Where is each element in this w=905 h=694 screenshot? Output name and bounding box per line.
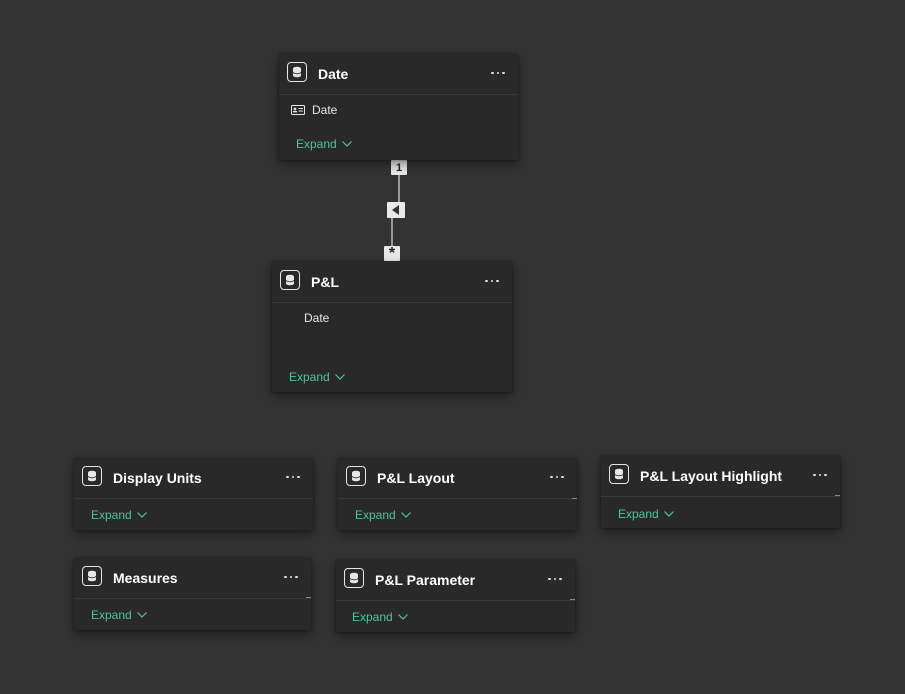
more-options-icon [286, 475, 300, 479]
table-card-pl[interactable]: P&L Date Expand [272, 262, 512, 392]
scroll-indicator [306, 597, 311, 598]
table-icon [344, 568, 364, 588]
table-card-pl-parameter[interactable]: P&L Parameter Expand [336, 560, 575, 632]
chevron-down-icon [663, 511, 674, 517]
expand-label: Expand [91, 508, 132, 522]
table-title: P&L Parameter [375, 572, 476, 588]
cardinality-one-badge: 1 [391, 160, 407, 175]
model-canvas[interactable]: 1 * Date Date Expand P&L Date Expand Dis… [0, 0, 905, 694]
expand-button[interactable]: Expand [296, 137, 352, 151]
expand-button[interactable]: Expand [352, 610, 408, 624]
table-card-header[interactable]: P&L Layout Highlight [601, 456, 840, 497]
scroll-indicator [570, 599, 575, 600]
more-options-button[interactable] [488, 64, 508, 82]
table-card-display-units[interactable]: Display Units Expand [74, 458, 313, 530]
table-card-pl-layout-highlight[interactable]: P&L Layout Highlight Expand [601, 456, 840, 528]
table-card-measures[interactable]: Measures Expand [74, 558, 311, 630]
expand-label: Expand [296, 137, 337, 151]
relationship-line-lower[interactable] [391, 218, 393, 246]
chevron-down-icon [136, 612, 147, 618]
expand-button[interactable]: Expand [91, 608, 147, 622]
table-title: Date [318, 66, 349, 82]
expand-label: Expand [618, 507, 659, 521]
table-card-header[interactable]: Date [279, 54, 518, 95]
more-options-button[interactable] [482, 272, 502, 290]
table-title: Display Units [113, 470, 202, 486]
table-title: Measures [113, 570, 178, 586]
chevron-down-icon [136, 512, 147, 518]
table-title: P&L [311, 274, 339, 290]
more-options-button[interactable] [810, 466, 830, 484]
more-options-button[interactable] [547, 468, 567, 486]
table-icon [609, 464, 629, 484]
cardinality-many-badge: * [384, 246, 400, 262]
table-title: P&L Layout Highlight [640, 468, 783, 484]
chevron-down-icon [397, 614, 408, 620]
scroll-indicator [835, 495, 840, 496]
filter-direction-icon[interactable] [387, 202, 405, 218]
table-card-date[interactable]: Date Date Expand [279, 54, 518, 160]
more-options-icon [550, 475, 564, 479]
key-field-icon [291, 105, 305, 115]
chevron-down-icon [400, 512, 411, 518]
expand-button[interactable]: Expand [355, 508, 411, 522]
expand-button[interactable]: Expand [91, 508, 147, 522]
table-icon [82, 466, 102, 486]
table-icon [346, 466, 366, 486]
more-options-icon [485, 279, 499, 283]
expand-label: Expand [355, 508, 396, 522]
more-options-icon [284, 575, 298, 579]
expand-label: Expand [289, 370, 330, 384]
table-card-header[interactable]: Measures [74, 558, 311, 599]
more-options-icon [491, 71, 505, 75]
table-title: P&L Layout [377, 470, 455, 486]
chevron-down-icon [341, 141, 352, 147]
table-card-header[interactable]: P&L Parameter [336, 560, 575, 601]
field-label: Date [312, 103, 338, 117]
table-card-header[interactable]: P&L [272, 262, 512, 303]
table-card-pl-layout[interactable]: P&L Layout Expand [338, 458, 577, 530]
expand-button[interactable]: Expand [289, 370, 345, 384]
expand-label: Expand [352, 610, 393, 624]
more-options-icon [548, 577, 562, 581]
table-icon [287, 62, 307, 82]
scroll-indicator [572, 498, 577, 499]
table-icon [280, 270, 300, 290]
relationship-line-upper[interactable] [398, 174, 400, 202]
more-options-icon [813, 473, 827, 477]
table-card-header[interactable]: P&L Layout [338, 458, 577, 499]
field-row-date[interactable]: Date [304, 309, 329, 327]
field-row-date[interactable]: Date [291, 101, 337, 119]
table-icon [82, 566, 102, 586]
expand-label: Expand [91, 608, 132, 622]
more-options-button[interactable] [283, 468, 303, 486]
more-options-button[interactable] [281, 568, 301, 586]
chevron-down-icon [334, 374, 345, 380]
expand-button[interactable]: Expand [618, 507, 674, 521]
field-label: Date [304, 311, 330, 325]
table-card-header[interactable]: Display Units [74, 458, 313, 499]
more-options-button[interactable] [545, 570, 565, 588]
